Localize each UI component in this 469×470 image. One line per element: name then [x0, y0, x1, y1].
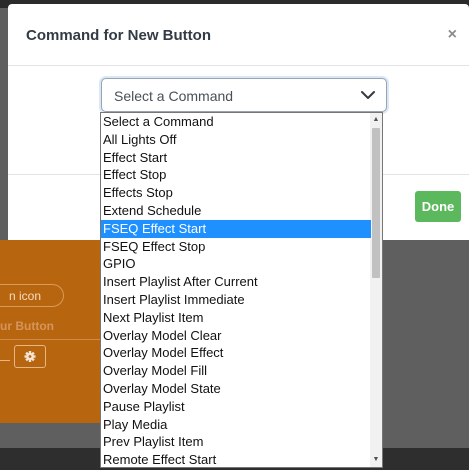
command-select-value: Select a Command	[114, 88, 234, 104]
modal-title: Command for New Button	[26, 27, 211, 44]
command-dropdown-list[interactable]: ▲ ▼ Select a Command All Lights Off Effect…	[100, 112, 383, 468]
dropdown-option[interactable]: Next Playlist Item	[101, 309, 371, 327]
dropdown-option[interactable]: Overlay Model Fill	[101, 362, 371, 380]
dropdown-option[interactable]: Extend Schedule	[101, 202, 371, 220]
panel-divider	[0, 339, 100, 340]
background-button-panel: n icon ur Button	[0, 240, 100, 423]
dropdown-option[interactable]: Remote Effect Start	[101, 451, 371, 467]
gear-icon	[24, 351, 36, 362]
gear-button[interactable]	[14, 345, 46, 368]
command-select[interactable]: Select a Command	[101, 78, 387, 112]
modal-header: Command for New Button ×	[8, 4, 469, 66]
dropdown-option[interactable]: Overlay Model Effect	[101, 344, 371, 362]
close-icon[interactable]: ×	[448, 26, 457, 44]
background-icon-pill[interactable]: n icon	[0, 284, 64, 307]
background-button-label: ur Button	[0, 319, 54, 333]
scroll-up-arrow-icon[interactable]: ▲	[370, 113, 382, 127]
dropdown-option[interactable]: Effects Stop	[101, 184, 371, 202]
panel-small-line	[0, 360, 10, 361]
dropdown-option[interactable]: Prev Playlist Item	[101, 433, 371, 451]
dropdown-option[interactable]: Effect Stop	[101, 166, 371, 184]
dropdown-option[interactable]: Insert Playlist Immediate	[101, 291, 371, 309]
dropdown-option[interactable]: Overlay Model Clear	[101, 327, 371, 345]
scroll-down-arrow-icon[interactable]: ▼	[370, 453, 382, 467]
done-button[interactable]: Done	[415, 191, 461, 222]
dropdown-option[interactable]: Play Media	[101, 416, 371, 434]
dropdown-option-selected[interactable]: FSEQ Effect Start	[101, 219, 371, 238]
dropdown-option[interactable]: Insert Playlist After Current	[101, 273, 371, 291]
dropdown-scrollbar[interactable]: ▲ ▼	[370, 113, 382, 467]
scrollbar-thumb[interactable]	[372, 128, 380, 278]
dropdown-option[interactable]: Pause Playlist	[101, 398, 371, 416]
chevron-down-icon	[361, 91, 375, 99]
dropdown-option[interactable]: Select a Command	[101, 113, 371, 131]
dropdown-option[interactable]: Overlay Model State	[101, 380, 371, 398]
dropdown-option[interactable]: FSEQ Effect Stop	[101, 238, 371, 256]
dropdown-option[interactable]: Effect Start	[101, 149, 371, 167]
dropdown-option[interactable]: GPIO	[101, 255, 371, 273]
dropdown-option[interactable]: All Lights Off	[101, 131, 371, 149]
